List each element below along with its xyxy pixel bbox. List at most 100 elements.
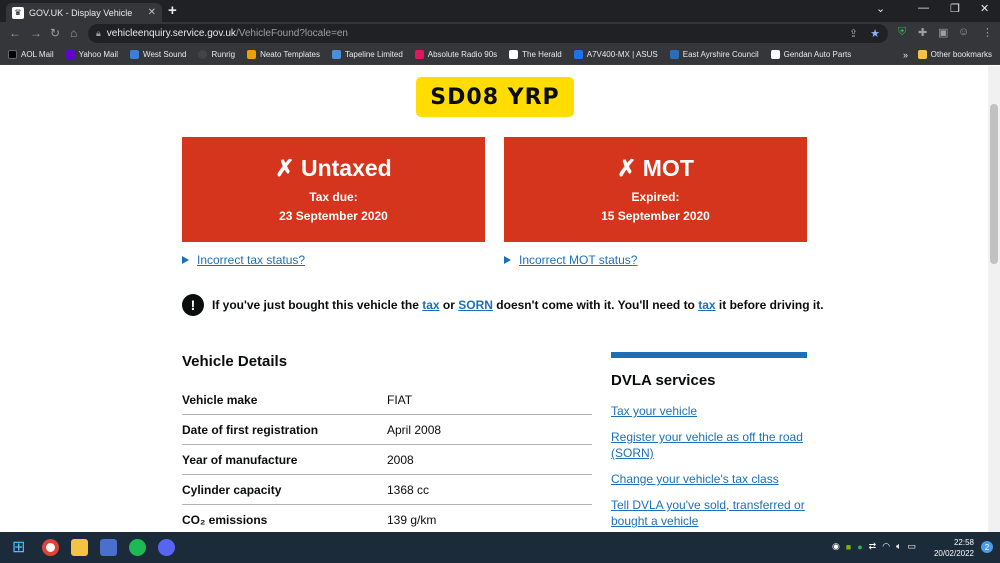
bookmark-item[interactable]: Neato Templates	[247, 50, 320, 59]
address-bar[interactable]: 🔒︎ vehicleenquiry.service.gov.uk/Vehicle…	[88, 24, 888, 43]
close-tab-icon[interactable]: ✕	[148, 7, 156, 18]
browser-titlebar: ♛ GOV.UK - Display Vehicle ✕ + ⌄ — ❐ ✕	[0, 0, 1000, 22]
bookmark-favicon-icon	[669, 50, 679, 59]
bookmark-item[interactable]: Yahoo Mail	[65, 50, 118, 59]
table-row: Cylinder capacity 1368 cc	[182, 475, 592, 505]
bookmark-item[interactable]: Gendan Auto Parts	[770, 50, 851, 59]
bookmark-item[interactable]: A7V400-MX | ASUS	[573, 50, 658, 59]
incorrect-tax-details[interactable]: Incorrect tax status?	[182, 253, 305, 267]
file-explorer-icon[interactable]	[71, 539, 88, 556]
tax-your-vehicle-link[interactable]: Tax your vehicle	[611, 403, 807, 419]
dvla-services-heading: DVLA services	[611, 372, 716, 389]
folder-icon	[917, 50, 927, 59]
bookmark-favicon-icon	[198, 50, 208, 59]
minimize-icon[interactable]: —	[918, 2, 929, 14]
registration-plate: SD08 YRP	[416, 77, 574, 117]
bookmark-favicon-icon	[414, 50, 424, 59]
mot-status-label: Expired:	[631, 190, 680, 204]
bookmark-favicon-icon	[331, 50, 341, 59]
tax-status-label: Tax due:	[309, 190, 358, 204]
bookmark-favicon-icon	[130, 50, 140, 59]
mot-status-title: ✗ MOT	[617, 155, 694, 181]
table-row: Date of first registration April 2008	[182, 415, 592, 445]
bookmark-favicon-icon	[247, 50, 257, 59]
extension-shield-icon[interactable]: ⛨	[898, 26, 906, 39]
bookmark-item[interactable]: Absolute Radio 90s	[414, 50, 497, 59]
tax-link-2[interactable]: tax	[698, 298, 715, 312]
tray-icon[interactable]: ⇄	[869, 541, 877, 552]
side-panel-icon[interactable]: ▣	[938, 26, 948, 39]
vehicle-details-table: Vehicle make FIAT Date of first registrat…	[182, 385, 592, 532]
change-tax-class-link[interactable]: Change your vehicle's tax class	[611, 471, 807, 487]
page-scrollbar[interactable]	[988, 66, 1000, 532]
other-bookmarks[interactable]: Other bookmarks	[917, 50, 992, 59]
register-sorn-link[interactable]: Register your vehicle as off the road (S…	[611, 429, 807, 461]
discord-icon[interactable]	[158, 539, 175, 556]
spotify-icon[interactable]	[129, 539, 146, 556]
windows-start-icon[interactable]: ⊞	[12, 537, 29, 556]
discord-tray-icon[interactable]: ◉	[832, 541, 840, 552]
tab-title: GOV.UK - Display Vehicle	[29, 7, 133, 18]
system-clock[interactable]: 22:58 20/02/2022	[934, 537, 974, 559]
bookmarks-bar: AOL Mail Yahoo Mail West Sound Runrig Ne…	[0, 45, 1000, 65]
tab-search-icon[interactable]: ⌄	[876, 2, 885, 15]
sorn-link[interactable]: SORN	[458, 298, 493, 312]
tax-status-panel: ✗ Untaxed Tax due: 23 September 2020	[182, 137, 485, 242]
disclosure-triangle-icon	[504, 256, 511, 264]
extensions-puzzle-icon[interactable]: ✚	[918, 26, 927, 39]
wifi-icon[interactable]: ◠	[882, 541, 890, 552]
browser-toolbar: ← → ↻ ⌂ 🔒︎ vehicleenquiry.service.gov.uk…	[0, 22, 1000, 45]
tell-dvla-sold-link[interactable]: Tell DVLA you've sold, transferred or bo…	[611, 497, 807, 529]
browser-tab[interactable]: ♛ GOV.UK - Display Vehicle ✕	[6, 3, 162, 22]
outlook-icon[interactable]	[100, 539, 117, 556]
volume-icon[interactable]: 🔈︎	[896, 541, 901, 552]
tax-due-date: 23 September 2020	[279, 209, 388, 223]
dvla-top-bar	[611, 352, 807, 358]
vehicle-details-heading: Vehicle Details	[182, 353, 288, 370]
new-tab-icon[interactable]: +	[168, 2, 177, 19]
govuk-crown-icon: ♛	[12, 6, 24, 19]
warning-text: ! If you've just bought this vehicle the…	[182, 294, 824, 316]
more-bookmarks-icon[interactable]: »	[903, 50, 908, 60]
lock-icon[interactable]: 🔒︎	[96, 28, 101, 39]
bookmark-item[interactable]: West Sound	[130, 50, 186, 59]
spotify-tray-icon[interactable]: ●	[857, 542, 862, 552]
close-window-icon[interactable]: ✕	[980, 2, 989, 15]
home-icon[interactable]: ⌂	[70, 26, 77, 40]
bookmark-item[interactable]: AOL Mail	[8, 50, 54, 59]
scrollbar-thumb[interactable]	[990, 104, 998, 264]
bookmark-favicon-icon	[509, 50, 519, 59]
menu-kebab-icon[interactable]: ⋮	[982, 26, 993, 39]
reload-icon[interactable]: ↻	[50, 26, 60, 40]
profile-avatar-icon[interactable]: ☺	[958, 26, 969, 38]
bookmark-item[interactable]: Runrig	[198, 50, 235, 59]
bookmark-item[interactable]: East Ayrshire Council	[669, 50, 759, 59]
table-row: CO₂ emissions 139 g/km	[182, 505, 592, 532]
incorrect-mot-status-link[interactable]: Incorrect MOT status?	[519, 253, 637, 267]
incorrect-mot-details[interactable]: Incorrect MOT status?	[504, 253, 637, 267]
forward-icon[interactable]: →	[30, 26, 42, 40]
dvla-services-panel: DVLA services Tax your vehicle Register …	[611, 352, 807, 532]
battery-icon[interactable]: ▭	[907, 541, 916, 552]
windows-taskbar: ⊞ ◉ ■ ● ⇄ ◠ 🔈︎ ▭ 22:58 20/02/2022 2	[0, 532, 1000, 563]
notification-badge-icon[interactable]: 2	[981, 541, 993, 553]
mot-status-panel: ✗ MOT Expired: 15 September 2020	[504, 137, 807, 242]
nvidia-tray-icon[interactable]: ■	[846, 542, 851, 552]
tax-link[interactable]: tax	[422, 298, 439, 312]
tax-status-title: ✗ Untaxed	[275, 155, 392, 181]
back-icon[interactable]: ←	[9, 26, 21, 40]
mot-expiry-date: 15 September 2020	[601, 209, 710, 223]
bookmark-item[interactable]: The Herald	[509, 50, 562, 59]
page-content: SD08 YRP ✗ Untaxed Tax due: 23 September…	[0, 66, 988, 532]
restore-icon[interactable]: ❐	[950, 2, 960, 15]
share-icon[interactable]: ⇪	[849, 27, 858, 40]
bookmark-star-icon[interactable]: ★	[870, 27, 880, 40]
table-row: Year of manufacture 2008	[182, 445, 592, 475]
disclosure-triangle-icon	[182, 256, 189, 264]
incorrect-tax-status-link[interactable]: Incorrect tax status?	[197, 253, 305, 267]
url-text[interactable]: vehicleenquiry.service.gov.uk/VehicleFou…	[107, 28, 348, 39]
bookmark-item[interactable]: Tapeline Limited	[331, 50, 403, 59]
table-row: Vehicle make FIAT	[182, 385, 592, 415]
bookmark-favicon-icon	[8, 50, 17, 59]
chrome-icon[interactable]	[42, 539, 59, 556]
